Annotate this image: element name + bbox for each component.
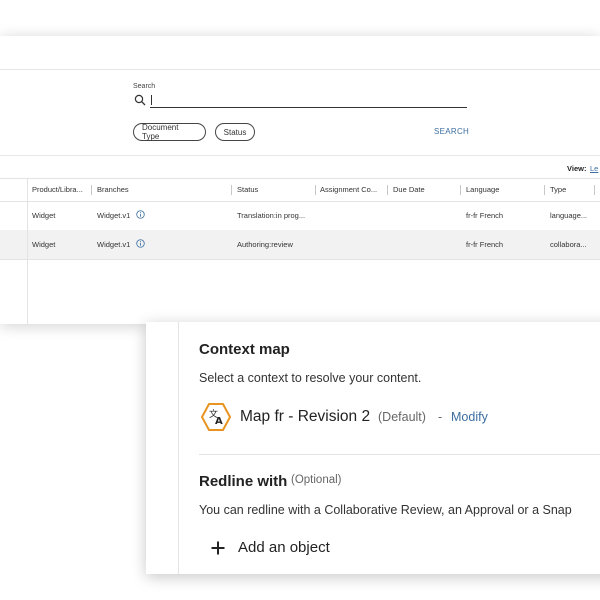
map-name: Map fr - Revision 2 [240, 408, 371, 425]
panel-divider [178, 322, 179, 574]
column-separator[interactable] [544, 185, 545, 195]
search-icon [134, 94, 146, 106]
document-type-filter-button[interactable]: Document Type [133, 123, 206, 141]
column-separator[interactable] [460, 185, 461, 195]
column-separator[interactable] [231, 185, 232, 195]
section-divider [199, 454, 600, 455]
info-icon[interactable] [136, 239, 145, 248]
col-header-type[interactable]: Type [550, 185, 566, 194]
search-button[interactable]: SEARCH [434, 127, 469, 136]
column-divider [27, 178, 28, 324]
column-separator[interactable] [315, 185, 316, 195]
optional-label: (Optional) [291, 474, 342, 486]
cell-type: language... [550, 211, 588, 220]
search-label: Search [133, 83, 156, 90]
cell-language: fr-fr French [466, 211, 504, 220]
col-header-branches[interactable]: Branches [97, 185, 129, 194]
cell-branch: Widget.v1 [97, 211, 131, 220]
table-row[interactable]: Widget Widget.v1 Translation:in prog... … [0, 201, 600, 231]
context-panel: Context map Select a context to resolve … [146, 322, 600, 574]
cell-product: Widget [32, 240, 56, 249]
separator: - [438, 410, 443, 424]
col-header-assignment[interactable]: Assignment Co... [320, 185, 377, 194]
col-header-due-date[interactable]: Due Date [393, 185, 425, 194]
cell-status: Authoring:review [237, 240, 293, 249]
redline-title: Redline with [199, 473, 288, 490]
info-icon[interactable] [136, 210, 145, 219]
col-header-product[interactable]: Product/Libra... [32, 185, 83, 194]
cell-status: Translation:in prog... [237, 211, 306, 220]
context-map-title: Context map [199, 341, 290, 358]
cell-type: collabora... [550, 240, 587, 249]
table-header: Product/Libra... Branches Status Assignm… [0, 178, 600, 202]
view-selector[interactable]: Le [590, 164, 598, 173]
column-separator[interactable] [387, 185, 388, 195]
map-default-label: (Default) [378, 410, 426, 424]
document-search-window: Search Document Type Status SEARCH View:… [0, 36, 600, 324]
svg-text:A: A [215, 416, 223, 427]
view-label: View: [567, 164, 587, 173]
text-caret [151, 95, 152, 105]
plus-icon[interactable] [210, 540, 226, 556]
cell-language: fr-fr French [466, 240, 504, 249]
column-separator[interactable] [91, 185, 92, 195]
cell-branch: Widget.v1 [97, 240, 131, 249]
context-map-description: Select a context to resolve your content… [199, 371, 422, 385]
status-filter-button[interactable]: Status [215, 123, 255, 141]
toolbar-divider [0, 69, 600, 70]
translate-icon: 文 A [200, 403, 232, 431]
cell-product: Widget [32, 211, 56, 220]
col-header-status[interactable]: Status [237, 185, 258, 194]
column-separator[interactable] [594, 185, 595, 195]
col-header-language[interactable]: Language [466, 185, 499, 194]
modify-link[interactable]: Modify [451, 410, 488, 424]
redline-description: You can redline with a Collaborative Rev… [199, 503, 572, 517]
add-object-button[interactable]: Add an object [238, 539, 330, 556]
search-input[interactable] [150, 93, 467, 108]
table-row[interactable]: Widget Widget.v1 Authoring:review fr-fr … [0, 230, 600, 260]
section-divider [0, 155, 600, 156]
